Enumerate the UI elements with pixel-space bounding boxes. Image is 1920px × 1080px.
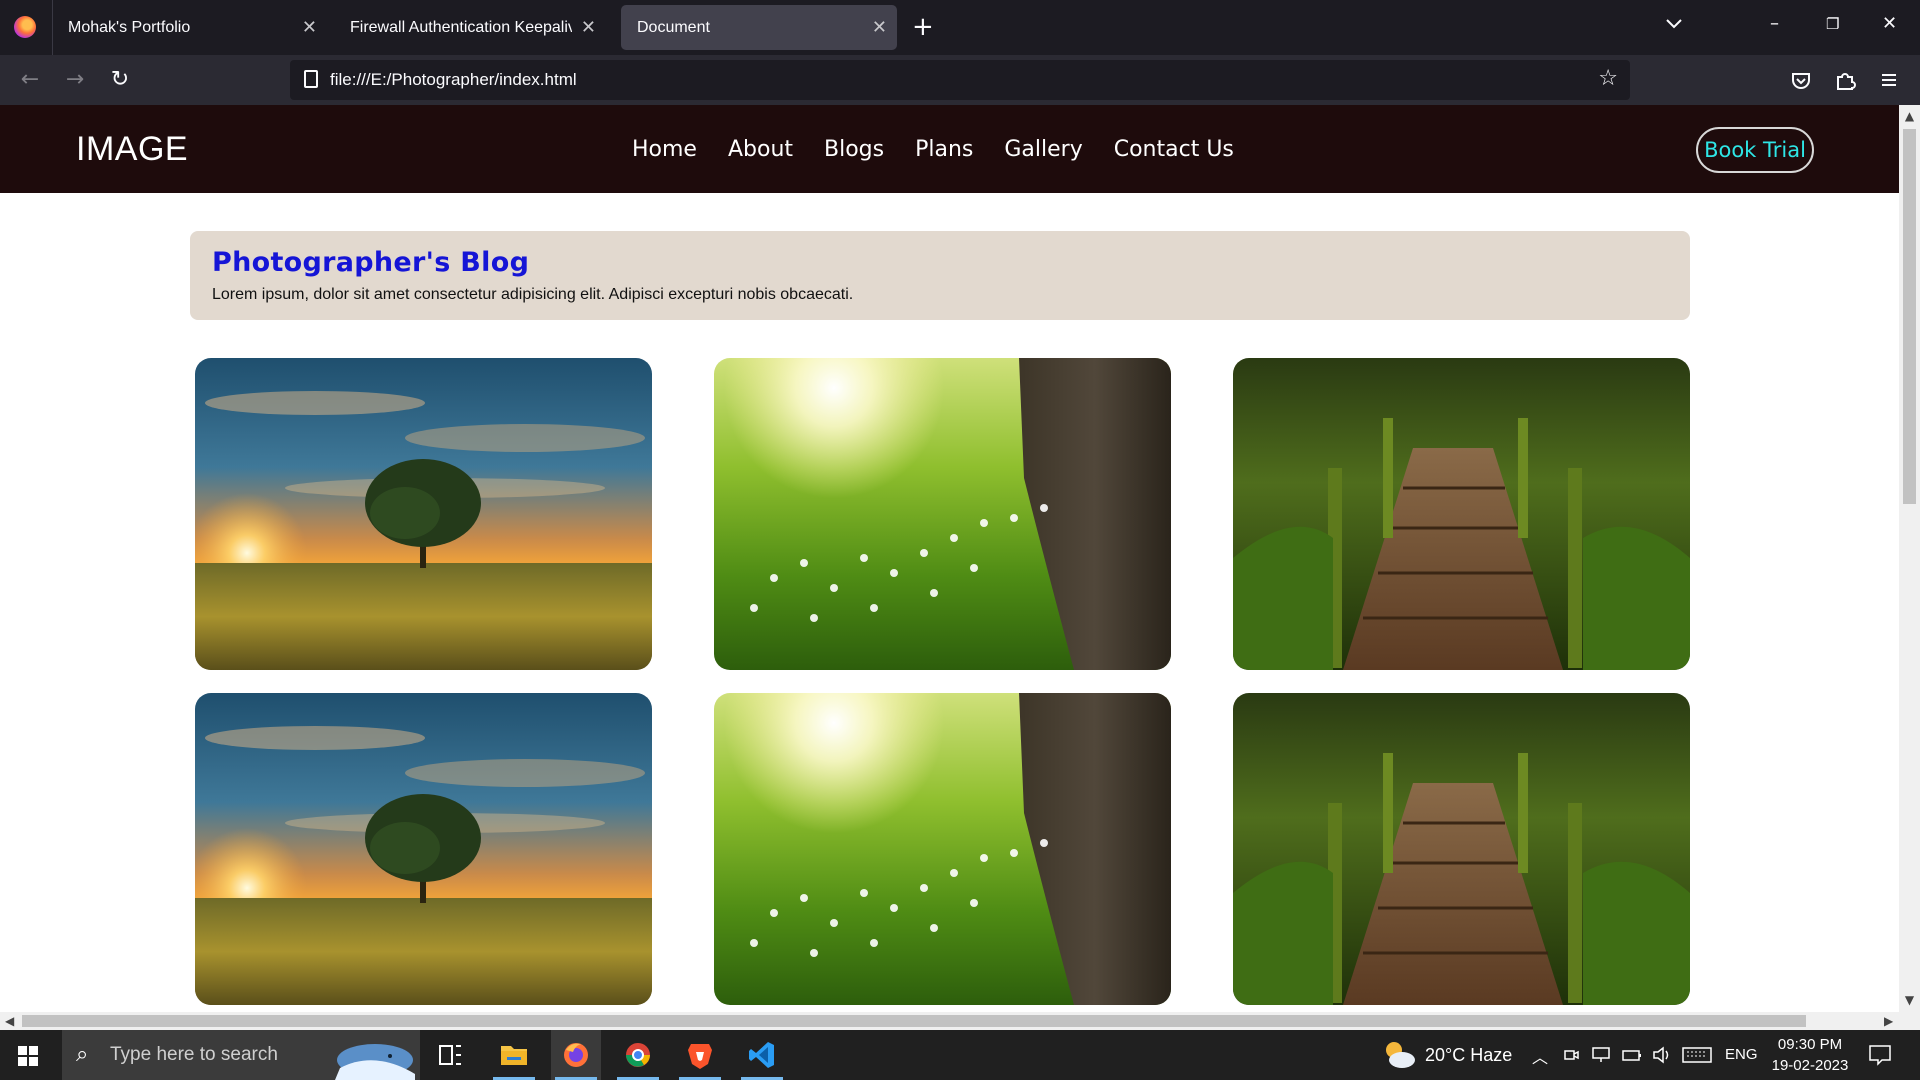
- browser-tab-bar: Mohak's Portfolio ✕ Firewall Authenticat…: [0, 0, 1920, 55]
- bookmark-star-icon[interactable]: ☆: [1598, 66, 1618, 91]
- gallery-photo-forest-boardwalk[interactable]: [1233, 358, 1690, 670]
- close-icon[interactable]: ✕: [872, 5, 887, 50]
- book-trial-button[interactable]: Book Trial: [1696, 127, 1814, 173]
- firefox-taskbar-icon[interactable]: [551, 1030, 601, 1080]
- whale-illustration-icon: [335, 1044, 415, 1080]
- notifications-icon[interactable]: [1868, 1044, 1892, 1066]
- volume-icon[interactable]: [1652, 1046, 1672, 1064]
- back-arrow-icon[interactable]: ←: [17, 67, 43, 93]
- tab-title: Document: [637, 19, 710, 36]
- browser-toolbar: ← → ↻ file:///E:/Photographer/index.html…: [0, 55, 1920, 105]
- restore-icon[interactable]: ❐: [1826, 14, 1839, 34]
- nav-link-about[interactable]: About: [728, 137, 793, 162]
- file-explorer-icon[interactable]: [489, 1030, 539, 1080]
- new-tab-button[interactable]: +: [912, 12, 934, 42]
- tab-title: Firewall Authentication Keepalive W: [350, 19, 572, 36]
- page-icon: [304, 70, 318, 88]
- gallery-photo-sunset-tree[interactable]: [195, 358, 652, 670]
- blog-description: Lorem ipsum, dolor sit amet consectetur …: [212, 286, 854, 303]
- scroll-corner: [1899, 1012, 1920, 1030]
- tab-title: Mohak's Portfolio: [68, 19, 191, 36]
- gallery-photo-sunlit-meadow[interactable]: [714, 358, 1171, 670]
- hamburger-menu-icon[interactable]: [1876, 67, 1902, 93]
- scroll-up-arrow-icon[interactable]: ▲: [1899, 109, 1920, 123]
- horizontal-scrollbar[interactable]: ◀ ▶: [0, 1012, 1899, 1030]
- nav-link-contact-us[interactable]: Contact Us: [1114, 137, 1234, 162]
- network-icon[interactable]: [1592, 1047, 1610, 1063]
- site-logo[interactable]: IMAGE: [76, 105, 188, 193]
- gallery-photo-forest-boardwalk[interactable]: [1233, 693, 1690, 1005]
- language-indicator[interactable]: ENG: [1725, 1030, 1758, 1080]
- minimize-icon[interactable]: –: [1770, 14, 1779, 34]
- vertical-scrollbar[interactable]: ▲ ▼: [1899, 105, 1920, 1012]
- keyboard-icon[interactable]: [1682, 1047, 1712, 1063]
- gallery-photo-sunlit-meadow[interactable]: [714, 693, 1171, 1005]
- search-icon: ⌕: [76, 1042, 89, 1067]
- weather-text[interactable]: 20°C Haze: [1425, 1030, 1512, 1080]
- nav-link-plans[interactable]: Plans: [915, 137, 973, 162]
- gallery-photo-sunset-tree[interactable]: [195, 693, 652, 1005]
- close-icon[interactable]: ✕: [581, 5, 596, 50]
- site-header: IMAGE Home About Blogs Plans Gallery Con…: [0, 105, 1899, 193]
- horizontal-scroll-thumb[interactable]: [22, 1015, 1806, 1027]
- weather-haze-icon[interactable]: [1382, 1038, 1418, 1072]
- scroll-right-arrow-icon[interactable]: ▶: [1884, 1012, 1893, 1030]
- vertical-scroll-thumb[interactable]: [1903, 129, 1916, 504]
- url-text[interactable]: file:///E:/Photographer/index.html: [330, 60, 577, 100]
- clock-time[interactable]: 09:30 PM: [1774, 1036, 1846, 1053]
- scroll-left-arrow-icon[interactable]: ◀: [5, 1012, 14, 1030]
- page-viewport: IMAGE Home About Blogs Plans Gallery Con…: [0, 105, 1899, 1012]
- reload-icon[interactable]: ↻: [107, 67, 133, 93]
- blog-intro-card: Photographer's Blog Lorem ipsum, dolor s…: [190, 231, 1690, 320]
- scroll-down-arrow-icon[interactable]: ▼: [1899, 993, 1920, 1007]
- extensions-icon[interactable]: [1832, 67, 1858, 93]
- tab-document[interactable]: Document ✕: [621, 5, 897, 50]
- chevron-down-icon[interactable]: [1664, 14, 1684, 34]
- task-view-icon[interactable]: [425, 1030, 475, 1080]
- nav-link-home[interactable]: Home: [632, 137, 697, 162]
- forward-arrow-icon[interactable]: →: [62, 67, 88, 93]
- vscode-icon[interactable]: [737, 1030, 787, 1080]
- close-window-icon[interactable]: ✕: [1882, 14, 1897, 34]
- taskbar-search-box[interactable]: ⌕ Type here to search: [62, 1030, 420, 1080]
- tab-firewall-authentication[interactable]: Firewall Authentication Keepalive W ✕: [334, 5, 606, 50]
- brave-icon[interactable]: [675, 1030, 725, 1080]
- tab-mohaks-portfolio[interactable]: Mohak's Portfolio ✕: [52, 5, 327, 50]
- chrome-icon[interactable]: [613, 1030, 663, 1080]
- nav-link-blogs[interactable]: Blogs: [824, 137, 884, 162]
- firefox-logo-icon[interactable]: [14, 16, 36, 38]
- windows-taskbar: ⌕ Type here to search 20°C Haze ︿ ENG 09…: [0, 1030, 1920, 1080]
- windows-start-icon[interactable]: [18, 1046, 38, 1066]
- battery-icon[interactable]: [1622, 1048, 1642, 1062]
- close-icon[interactable]: ✕: [302, 5, 317, 50]
- search-placeholder: Type here to search: [110, 1044, 278, 1065]
- blog-title: Photographer's Blog: [212, 247, 530, 278]
- site-nav: Home About Blogs Plans Gallery Contact U…: [632, 105, 1265, 193]
- meet-now-icon[interactable]: [1563, 1047, 1579, 1063]
- chevron-up-icon[interactable]: ︿: [1532, 1044, 1548, 1068]
- pocket-icon[interactable]: [1788, 67, 1814, 93]
- clock-date[interactable]: 19-02-2023: [1770, 1057, 1850, 1074]
- nav-link-gallery[interactable]: Gallery: [1004, 137, 1082, 162]
- url-bar[interactable]: file:///E:/Photographer/index.html ☆: [290, 60, 1630, 100]
